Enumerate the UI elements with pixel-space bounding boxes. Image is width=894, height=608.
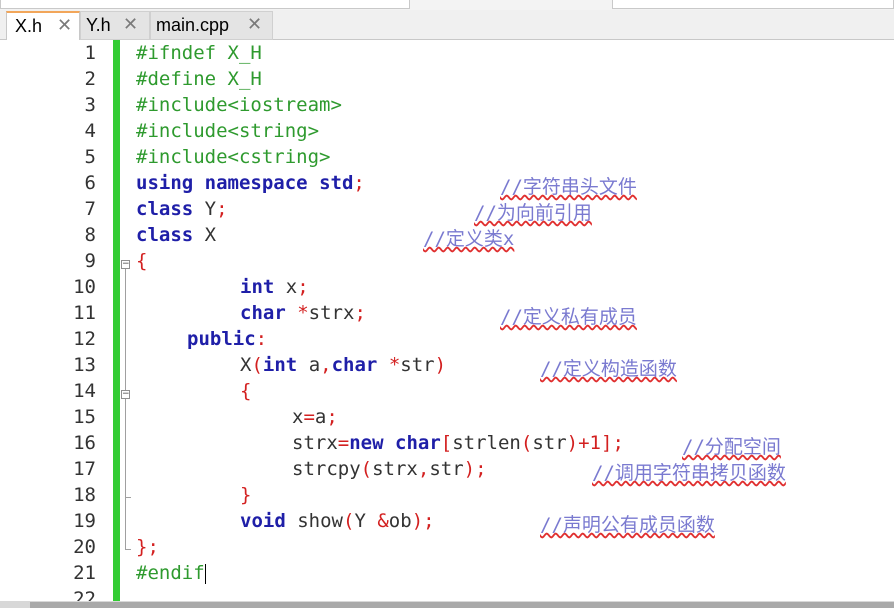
code-line: }	[240, 484, 252, 506]
code-line: void show(Y &ob);	[240, 510, 435, 532]
line-number: 7	[84, 198, 96, 220]
text-cursor	[204, 563, 206, 584]
tab-label: main.cpp	[156, 15, 230, 35]
code-line: class X	[136, 224, 217, 246]
code-comment: //分配空间	[682, 436, 781, 458]
tab-x-h[interactable]: X.h ✕	[6, 11, 80, 41]
code-line: class Y;	[136, 198, 228, 220]
line-number: 9	[84, 250, 96, 272]
code-line: strx=new char[strlen(str)+1];	[292, 432, 624, 454]
fold-minus-icon[interactable]: −	[121, 260, 130, 269]
code-line: #endif	[136, 562, 206, 584]
line-number: 17	[73, 458, 96, 480]
line-number: 20	[73, 536, 96, 558]
code-comment: //定义类x	[423, 228, 515, 250]
code-comment: //字符串头文件	[500, 176, 637, 198]
tab-label: Y.h	[86, 15, 111, 35]
horizontal-scrollbar[interactable]	[0, 601, 894, 608]
code-comment: //为向前引用	[474, 202, 592, 224]
code-comment: //声明公有成员函数	[540, 514, 715, 536]
tab-y-h[interactable]: Y.h ✕	[80, 11, 150, 40]
scrollbar-thumb[interactable]	[30, 602, 894, 608]
code-line: x=a;	[292, 406, 338, 428]
code-comment: //定义构造函数	[540, 358, 677, 380]
code-comment: //调用字符串拷贝函数	[592, 462, 786, 484]
line-number: 19	[73, 510, 96, 532]
code-line: public:	[187, 328, 268, 350]
code-line: int x;	[240, 276, 309, 298]
code-line: #include<iostream>	[136, 94, 342, 116]
code-line: {	[240, 380, 252, 402]
line-number: 15	[73, 406, 96, 428]
line-number: 11	[73, 302, 96, 324]
line-number: 2	[84, 68, 96, 90]
tab-bar: X.h ✕ Y.h ✕ main.cpp ✕	[0, 10, 894, 41]
tab-main-cpp[interactable]: main.cpp ✕	[150, 11, 273, 40]
code-editor[interactable]: 1 2 3 4 5 6 7 8 9 10 11 12 13 14 15 16 1…	[0, 40, 894, 601]
toolbar-field-left[interactable]	[0, 0, 410, 9]
line-number: 1	[84, 42, 96, 64]
line-number: 16	[73, 432, 96, 454]
code-line: X(int a,char *str)	[240, 354, 447, 376]
fold-guide	[125, 269, 126, 549]
close-icon[interactable]: ✕	[57, 15, 72, 36]
line-number: 10	[73, 276, 96, 298]
tab-label: X.h	[15, 16, 43, 36]
code-line: char *strx;	[240, 302, 366, 324]
line-number: 12	[73, 328, 96, 350]
code-line: strcpy(strx,str);	[292, 458, 487, 480]
line-number: 21	[73, 562, 96, 584]
fold-end-marker	[125, 497, 131, 498]
code-line: };	[136, 536, 159, 558]
close-icon[interactable]: ✕	[247, 14, 262, 35]
line-number: 13	[73, 354, 96, 376]
line-number: 4	[84, 120, 96, 142]
code-line: #include<cstring>	[136, 146, 331, 168]
code-line: {	[136, 250, 148, 272]
code-comment: //定义私有成员	[500, 306, 637, 328]
line-number: 5	[84, 146, 96, 168]
code-line: #ifndef X_H	[136, 42, 262, 64]
code-line: #include<string>	[136, 120, 320, 142]
code-line: using namespace std;	[136, 172, 365, 194]
line-number: 18	[73, 484, 96, 506]
line-number: 6	[84, 172, 96, 194]
code-line: #define X_H	[136, 68, 262, 90]
fold-minus-icon[interactable]: −	[121, 390, 130, 399]
close-icon[interactable]: ✕	[123, 14, 138, 35]
line-number: 3	[84, 94, 96, 116]
line-number: 22	[73, 588, 96, 601]
line-number: 8	[84, 224, 96, 246]
change-history-bar	[113, 40, 120, 601]
fold-end-marker	[125, 549, 131, 550]
toolbar-field-right[interactable]	[612, 0, 894, 9]
top-toolbar-strip	[0, 0, 894, 10]
line-number: 14	[73, 380, 96, 402]
